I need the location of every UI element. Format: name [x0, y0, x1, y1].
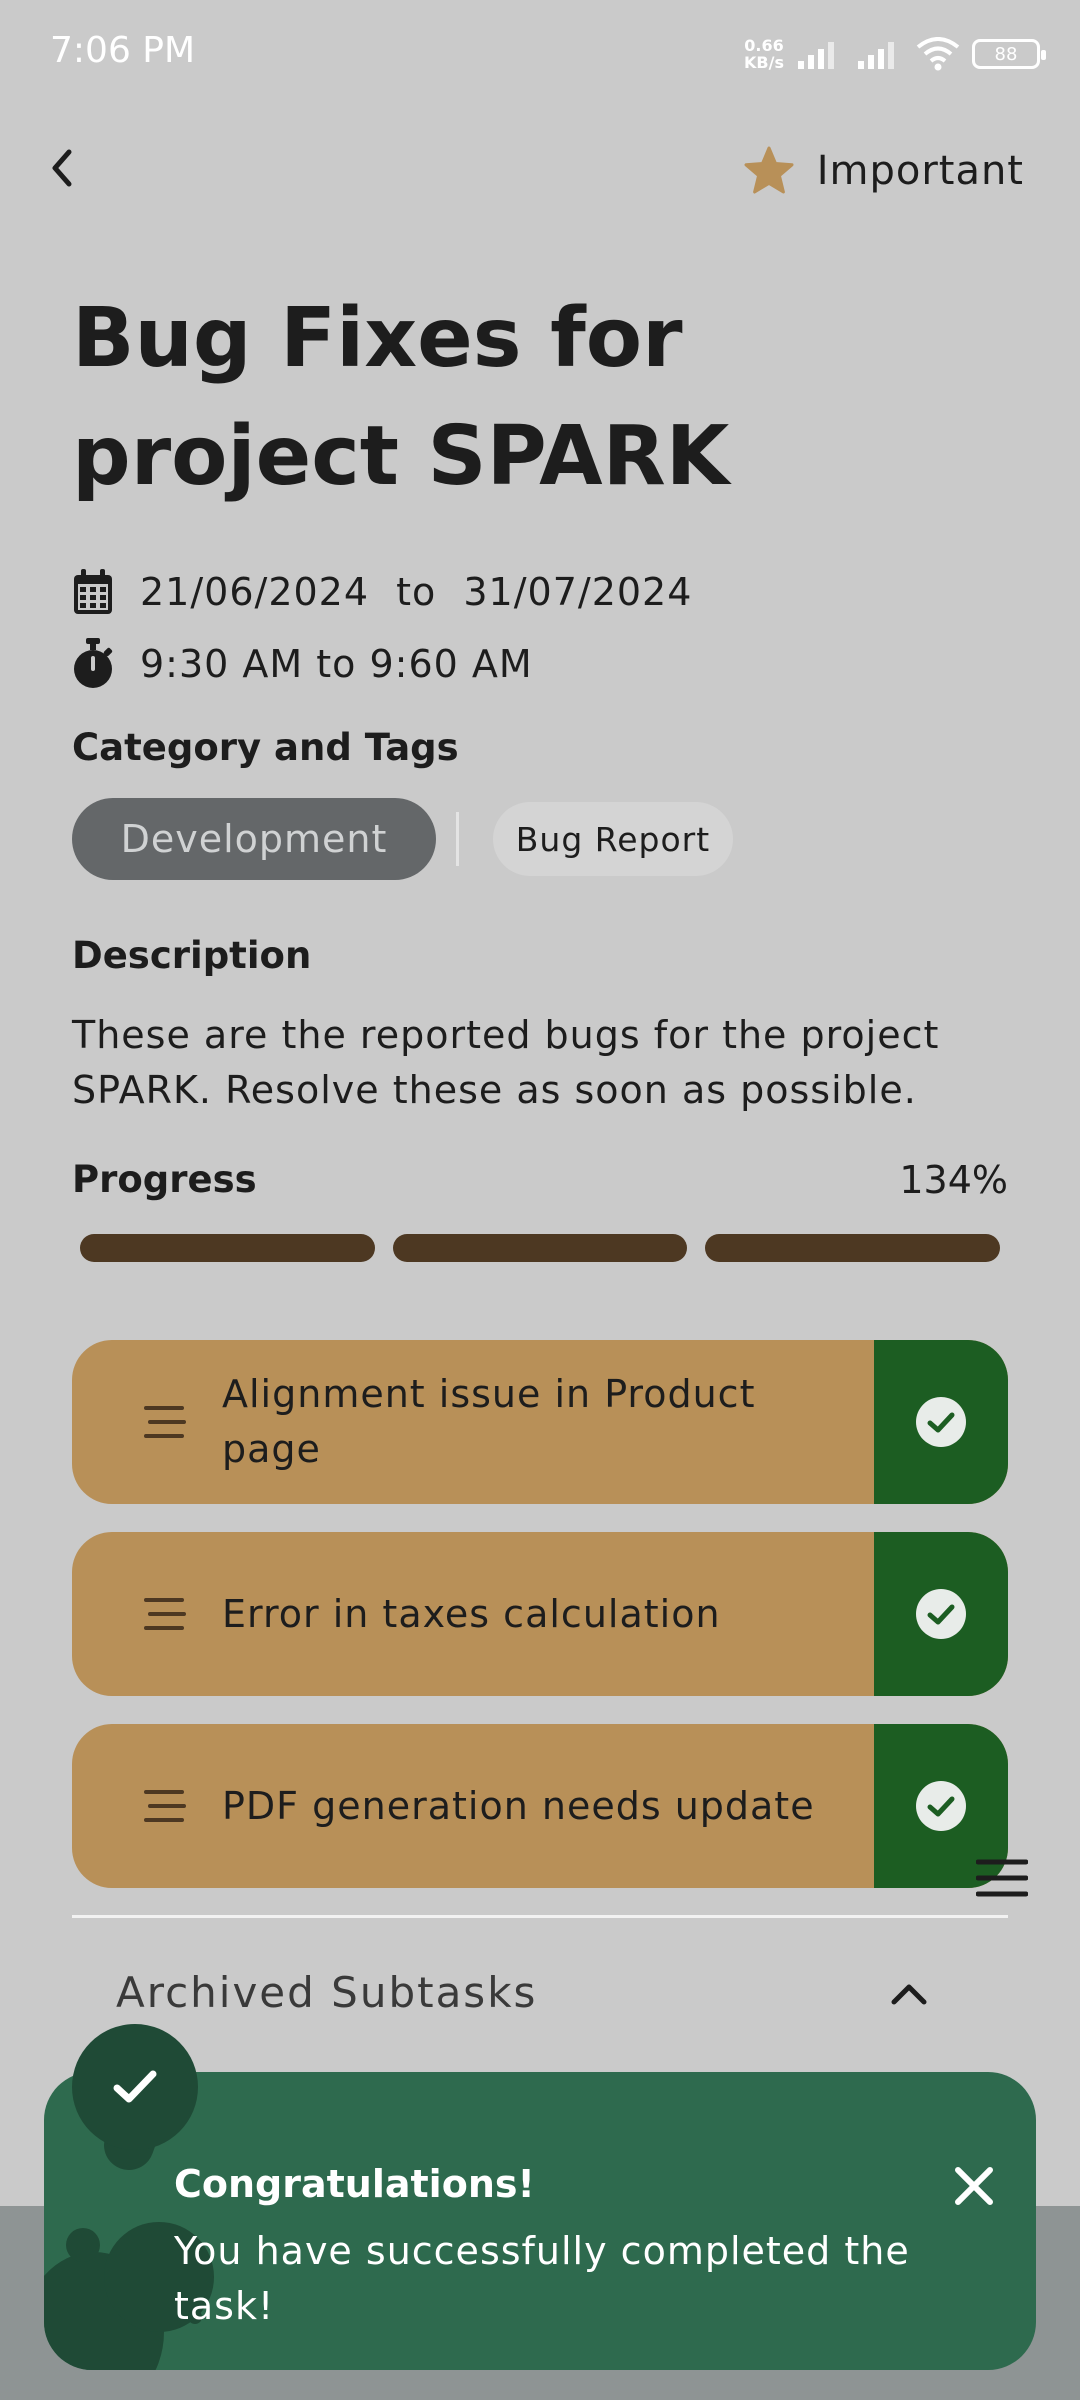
success-toast: Congratulations! You have successfully c… — [44, 2072, 1036, 2370]
subtask-complete-button[interactable] — [874, 1532, 1008, 1696]
category-chip[interactable]: Development — [72, 798, 436, 880]
progress-bar — [80, 1234, 1001, 1262]
drag-handle[interactable] — [122, 1596, 208, 1632]
progress-value: 134% — [899, 1158, 1008, 1202]
status-time: 7:06 PM — [50, 30, 196, 71]
menu-icon[interactable] — [976, 1858, 1028, 1898]
important-toggle[interactable]: Important — [743, 140, 1024, 202]
signal-icon — [798, 42, 834, 69]
start-date: 21/06/2024 — [140, 570, 370, 614]
subtask-item[interactable]: PDF generation needs update — [72, 1724, 1008, 1888]
date-text[interactable]: 21/06/2024 to 31/07/2024 — [140, 570, 692, 614]
subtask-body: PDF generation needs update — [72, 1724, 874, 1888]
progress-label: Progress — [72, 1158, 257, 1201]
subtask-complete-button[interactable] — [874, 1340, 1008, 1504]
close-icon[interactable] — [952, 2164, 996, 2208]
calendar-icon — [74, 569, 112, 614]
check-icon — [113, 2070, 157, 2103]
time-text[interactable]: 9:30 AM to 9:60 AM — [140, 642, 533, 686]
check-circle-icon — [916, 1781, 966, 1831]
subtask-title: PDF generation needs update — [222, 1783, 815, 1828]
check-circle-icon — [916, 1397, 966, 1447]
tag-chip[interactable]: Bug Report — [493, 802, 733, 876]
check-circle-icon — [916, 1589, 966, 1639]
chevron-left-icon — [52, 149, 72, 187]
status-icons: 0.66 KB/s 88 — [744, 34, 1046, 74]
description-label: Description — [72, 934, 312, 977]
subtask-item[interactable]: Error in taxes calculation — [72, 1532, 1008, 1696]
toast-decoration — [66, 2228, 100, 2262]
drag-lines-icon — [144, 1598, 186, 1630]
chevron-up-icon[interactable] — [888, 1978, 930, 2010]
subtask-body: Error in taxes calculation — [72, 1532, 874, 1696]
progress-segment — [80, 1234, 375, 1262]
stopwatch-icon — [74, 638, 113, 688]
star-icon — [744, 146, 794, 194]
category-label: Category and Tags — [72, 726, 459, 769]
subtask-title: Error in taxes calculation — [222, 1591, 721, 1636]
subtask-body: Alignment issue in Product page — [72, 1340, 874, 1504]
network-speed: 0.66 KB/s — [744, 36, 784, 72]
success-badge — [72, 2024, 198, 2150]
date-range: 21/06/2024 to 31/07/2024 — [72, 568, 692, 616]
date-separator: to — [396, 570, 437, 614]
time-range: 9:30 AM to 9:60 AM — [72, 638, 533, 690]
drag-lines-icon — [144, 1790, 186, 1822]
end-date: 31/07/2024 — [463, 570, 693, 614]
progress-segment — [392, 1234, 688, 1262]
signal-icon-2 — [858, 42, 894, 69]
description-text: These are the reported bugs for the proj… — [72, 1013, 940, 1112]
drag-handle[interactable] — [122, 1788, 208, 1824]
toast-message: You have successfully completed the task… — [174, 2229, 910, 2328]
battery-indicator: 88 — [972, 39, 1046, 69]
drag-lines-icon — [144, 1406, 186, 1438]
back-button[interactable] — [40, 140, 84, 196]
toast-title: Congratulations! — [174, 2162, 535, 2206]
subtask-item[interactable]: Alignment issue in Product page — [72, 1340, 1008, 1504]
wifi-icon — [916, 37, 960, 71]
archived-subtasks-header[interactable]: Archived Subtasks — [116, 1968, 537, 2017]
subtask-title: Alignment issue in Product page — [222, 1372, 756, 1471]
status-bar: 7:06 PM 0.66 KB/s 88 — [0, 0, 1080, 110]
section-divider — [72, 1915, 1008, 1918]
task-title: Bug Fixes for project SPARK — [72, 291, 730, 504]
tags-row: Development Bug Report — [72, 798, 733, 880]
progress-segment — [705, 1234, 1001, 1262]
important-label: Important — [816, 148, 1024, 194]
tags-divider — [456, 812, 459, 866]
drag-handle[interactable] — [122, 1404, 208, 1440]
